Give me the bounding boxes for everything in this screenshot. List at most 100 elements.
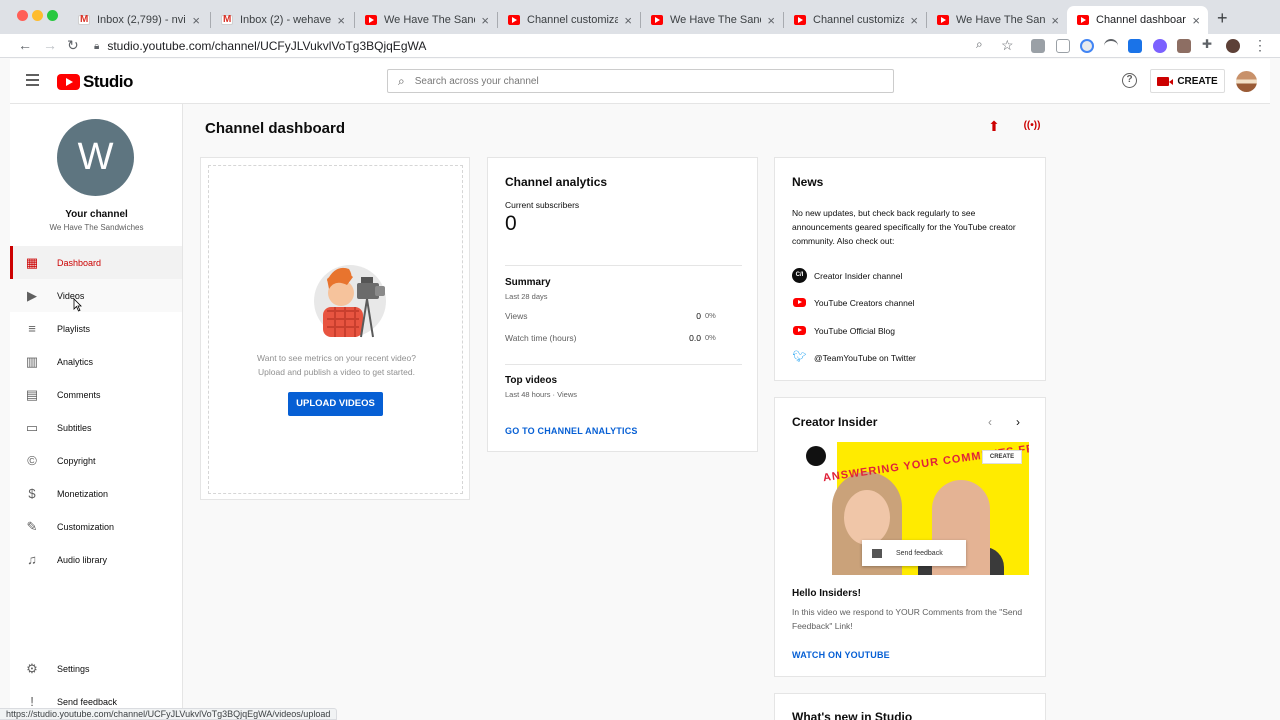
sidebar-item-videos[interactable]: ▶ Videos — [10, 279, 182, 312]
browser-tab[interactable]: Inbox (2) - wehaveth × — [211, 6, 353, 34]
video-camera-icon — [1157, 76, 1174, 86]
reload-icon[interactable]: ↻ — [67, 37, 79, 54]
audio-library-icon: ♫ — [27, 551, 37, 567]
browser-tab[interactable]: Inbox (2,799) - nvi@c × — [68, 6, 208, 34]
upload-message-line: Want to see metrics on your recent video… — [257, 353, 416, 363]
browser-tab[interactable]: Channel customizatio × — [498, 6, 640, 34]
back-arrow-icon[interactable]: ← — [18, 37, 32, 53]
close-icon[interactable]: × — [767, 13, 775, 28]
chevron-right-icon[interactable]: › — [1016, 415, 1020, 429]
browser-tab[interactable]: We Have The Sandwi × — [355, 6, 497, 34]
profile-avatar[interactable] — [1226, 39, 1240, 53]
gmail-icon — [78, 14, 90, 25]
forward-arrow-icon[interactable]: → — [43, 37, 57, 53]
close-icon[interactable]: × — [337, 13, 345, 28]
minimize-window-button[interactable] — [32, 10, 43, 21]
tab-title: Channel dashboard - — [1096, 14, 1186, 26]
browser-tab[interactable]: We Have The Sandwi × — [641, 6, 783, 34]
more-vert-icon[interactable]: ⋮ — [1253, 37, 1267, 54]
menu-icon[interactable] — [26, 74, 39, 86]
youtube-icon — [508, 15, 520, 25]
playlists-icon: ≡ — [28, 320, 36, 336]
sidebar-item-settings[interactable]: ⚙ Settings — [10, 652, 182, 685]
close-window-button[interactable] — [17, 10, 28, 21]
create-button[interactable]: CREATE — [1150, 69, 1225, 93]
sidebar-item-monetization[interactable]: $ Monetization — [10, 477, 182, 510]
address-bar: ← → ↻ 🔒︎ studio.youtube.com/channel/UCFy… — [0, 34, 1280, 58]
go-to-channel-analytics-link[interactable]: GO TO CHANNEL ANALYTICS — [505, 426, 638, 436]
link-label: YouTube Creators channel — [814, 297, 915, 308]
youtube-icon — [794, 15, 806, 25]
settings-icon: ⚙ — [26, 660, 38, 676]
sidebar-item-comments[interactable]: ▤ Comments — [10, 378, 182, 411]
twitter-link[interactable]: 🐦︎ @TeamYouTube on Twitter — [792, 350, 916, 365]
sidebar-item-customization[interactable]: ✎ Customization — [10, 510, 182, 543]
extension-icon[interactable] — [1080, 39, 1094, 53]
creator-insider-link[interactable]: C/I Creator Insider channel — [792, 268, 902, 283]
sidebar-item-label: Playlists — [57, 323, 91, 334]
browser-tab[interactable]: Channel customizatio × — [784, 6, 926, 34]
puzzle-icon[interactable]: ✚ — [1202, 37, 1212, 51]
sidebar-item-label: Send feedback — [57, 696, 118, 707]
close-icon[interactable]: × — [481, 13, 489, 28]
watch-on-youtube-link[interactable]: WATCH ON YOUTUBE — [792, 650, 890, 660]
help-icon[interactable]: ? — [1122, 73, 1137, 88]
sidebar-item-copyright[interactable]: © Copyright — [10, 444, 182, 477]
extension-icon[interactable] — [1104, 39, 1118, 53]
url-field[interactable]: 🔒︎ studio.youtube.com/channel/UCFyJLVukv… — [94, 36, 1000, 56]
link-label: Creator Insider channel — [814, 270, 903, 281]
extension-icon[interactable] — [1056, 39, 1070, 53]
extension-icon[interactable] — [1153, 39, 1167, 53]
views-percent: 0% — [705, 311, 716, 320]
channel-name: We Have The Sandwiches — [49, 223, 144, 232]
close-icon[interactable]: × — [1051, 13, 1059, 28]
new-tab-icon[interactable]: + — [1217, 8, 1228, 29]
channel-avatar[interactable]: W — [57, 119, 134, 196]
feedback-icon — [872, 548, 882, 558]
video-description: In this video we respond to YOUR Comment… — [792, 607, 1023, 631]
comments-icon: ▤ — [25, 386, 39, 402]
go-live-icon[interactable]: ((•)) — [1021, 117, 1043, 135]
sidebar-item-audio-library[interactable]: ♫ Audio library — [10, 543, 182, 576]
bookmark-star-icon[interactable]: ☆ — [1001, 37, 1014, 54]
sidebar-item-subtitles[interactable]: ▭ Subtitles — [10, 411, 182, 444]
search-input[interactable] — [414, 75, 855, 87]
creator-insider-card: Creator Insider ‹ › ANSWERING YOUR COMME… — [774, 397, 1046, 677]
extension-icon[interactable] — [1031, 39, 1045, 53]
extension-icon[interactable] — [1128, 39, 1142, 53]
card-title: Channel analytics — [505, 175, 608, 189]
youtube-blog-link[interactable]: YouTube Official Blog — [792, 323, 895, 338]
tab-title: Channel customizatio — [527, 14, 619, 26]
person-left-face — [844, 490, 890, 545]
sidebar: W Your channel We Have The Sandwiches ▦ … — [10, 104, 183, 720]
tab-title: Inbox (2) - wehaveth — [240, 14, 332, 26]
youtube-icon — [792, 323, 807, 338]
search-box[interactable]: ⌕ — [387, 69, 894, 93]
upload-videos-button[interactable]: UPLOAD VIDEOS — [288, 392, 383, 416]
youtube-creators-link[interactable]: YouTube Creators channel — [792, 295, 915, 310]
card-title: News — [792, 175, 824, 189]
close-icon[interactable]: × — [1192, 13, 1200, 28]
close-icon[interactable]: × — [910, 13, 918, 28]
camera-person-illustration — [314, 265, 386, 338]
watch-time-percent: 0% — [705, 333, 716, 342]
tab-title: We Have The Sandwi — [384, 14, 475, 26]
account-avatar[interactable] — [1236, 71, 1257, 92]
sidebar-item-dashboard[interactable]: ▦ Dashboard — [10, 246, 182, 279]
chevron-left-icon[interactable]: ‹ — [988, 415, 992, 429]
zoom-icon[interactable]: ⌕ — [976, 37, 983, 52]
extension-icon[interactable] — [1177, 39, 1191, 53]
sidebar-item-analytics[interactable]: ▥ Analytics — [10, 345, 182, 378]
sidebar-item-playlists[interactable]: ≡ Playlists — [10, 312, 182, 345]
browser-tab-active[interactable]: Channel dashboard - × — [1067, 6, 1208, 34]
tab-title: Channel customizatio — [813, 14, 905, 26]
analytics-icon: ▥ — [25, 353, 39, 369]
close-icon[interactable]: × — [192, 13, 200, 28]
studio-logo[interactable]: Studio — [57, 72, 133, 92]
feedback-text: Send feedback — [896, 549, 943, 557]
close-icon[interactable]: × — [624, 13, 632, 28]
browser-tab[interactable]: We Have The Sandwi × — [927, 6, 1067, 34]
upload-icon[interactable]: ⬆ — [985, 117, 1003, 135]
maximize-window-button[interactable] — [47, 10, 58, 21]
video-thumbnail[interactable]: ANSWERING YOUR COMMENTS FROM CREATE Send… — [792, 442, 1029, 575]
